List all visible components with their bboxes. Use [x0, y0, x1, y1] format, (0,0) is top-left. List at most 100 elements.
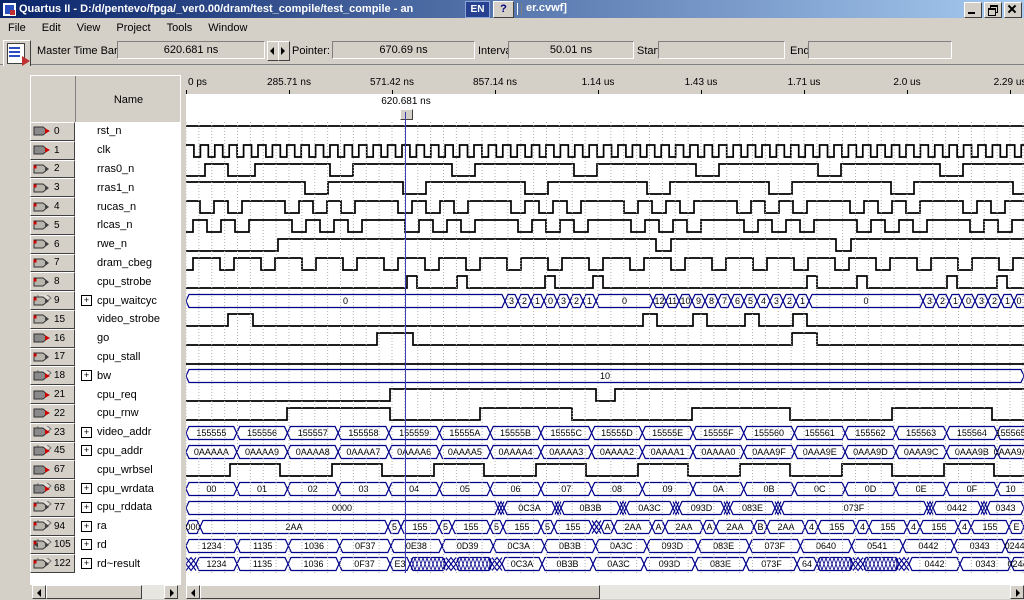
signal-name-cell[interactable]: cpu_req [75, 385, 180, 404]
signal-pin-cell[interactable]: 122 [30, 554, 75, 573]
signal-name-cell[interactable]: cpu_wrbsel [75, 460, 180, 479]
menu-edit[interactable]: Edit [34, 20, 69, 36]
signal-name-cell[interactable]: +cpu_waitcyc [75, 291, 180, 310]
signal-pin-cell[interactable]: 105 [30, 536, 75, 555]
expand-button[interactable]: + [81, 539, 92, 550]
signal-name-cell[interactable]: cpu_stall [75, 348, 180, 367]
signal-pin-cell[interactable]: 5 [30, 216, 75, 235]
signal-number: 18 [54, 370, 65, 381]
wave-hscrollbar[interactable] [186, 585, 1024, 599]
signal-name-cell[interactable]: rwe_n [75, 235, 180, 254]
signal-pin-cell[interactable]: 6 [30, 235, 75, 254]
in-pin-icon [33, 407, 52, 419]
master-time-bar-readout: 620.681 ns [371, 96, 441, 107]
signal-pin-cell[interactable]: 4 [30, 197, 75, 216]
signal-pin-cell[interactable]: 8 [30, 272, 75, 291]
signal-name-cell[interactable]: +cpu_rddata [75, 498, 180, 517]
language-bar-badge[interactable]: EN [465, 1, 490, 18]
name-scroll-thumb[interactable] [46, 585, 142, 599]
expand-button[interactable]: + [81, 521, 92, 532]
signal-name-cell[interactable]: clk [75, 141, 180, 160]
signal-name-cell[interactable]: +cpu_addr [75, 442, 180, 461]
time-bar-toolbar: Master Time Bar: 620.681 ns Pointer: 670… [0, 38, 1024, 64]
name-panel-hscrollbar[interactable] [32, 585, 178, 599]
signal-name-cell[interactable]: rucas_n [75, 197, 180, 216]
signal-pin-cell[interactable]: 77 [30, 498, 75, 517]
signal-pin-cell[interactable]: 94 [30, 517, 75, 536]
master-time-bar-handle[interactable] [400, 109, 413, 120]
signal-number: 77 [54, 502, 65, 513]
signal-name-cell[interactable]: go [75, 329, 180, 348]
signal-name-cell[interactable]: rras0_n [75, 160, 180, 179]
toolbar-grip[interactable] [517, 3, 522, 15]
in-pin-icon [33, 389, 52, 401]
signal-pin-cell[interactable]: 21 [30, 385, 75, 404]
name-scroll-right-button[interactable] [164, 585, 178, 599]
signal-pin-cell[interactable]: 3 [30, 178, 75, 197]
name-scroll-left-button[interactable] [32, 585, 46, 599]
signal-name-cell[interactable]: +rd~result [75, 554, 180, 573]
signal-name-cell[interactable]: +video_addr [75, 423, 180, 442]
menu-file[interactable]: File [0, 20, 34, 36]
signal-name-cell[interactable]: +rd [75, 536, 180, 555]
menu-tools[interactable]: Tools [159, 20, 201, 36]
signal-name-cell[interactable]: +cpu_wrdata [75, 479, 180, 498]
signal-pin-column-header [31, 76, 76, 123]
signal-pin-cell[interactable]: 18 [30, 366, 75, 385]
signal-name-cell[interactable]: cpu_rnw [75, 404, 180, 423]
menu-view[interactable]: View [69, 20, 109, 36]
signal-pin-cell[interactable]: 9 [30, 291, 75, 310]
wave-scroll-right-button[interactable] [1010, 585, 1024, 599]
signal-name-cell[interactable]: video_strobe [75, 310, 180, 329]
signal-name-cell[interactable]: cpu_strobe [75, 272, 180, 291]
expand-button[interactable]: + [81, 502, 92, 513]
signal-pin-cell[interactable]: 16 [30, 329, 75, 348]
waveform-file-icon[interactable] [3, 40, 31, 68]
signal-pin-cell[interactable]: 22 [30, 404, 75, 423]
expand-button[interactable]: + [81, 558, 92, 569]
wave-scroll-left-button[interactable] [186, 585, 200, 599]
signal-name-cell[interactable]: +bw [75, 366, 180, 385]
signal-name-cell[interactable]: rlcas_n [75, 216, 180, 235]
waveform-display-area[interactable]: 0321032101211109876543210321032101015555… [186, 122, 1024, 585]
signal-number: 122 [54, 558, 71, 569]
in-pin-icon [33, 144, 52, 156]
signal-number: 67 [54, 464, 65, 475]
help-icon[interactable]: ? [493, 1, 514, 18]
signal-name-cell[interactable]: +ra [75, 517, 180, 536]
signal-pin-cell[interactable]: 15 [30, 310, 75, 329]
signal-pin-cell[interactable]: 23 [30, 423, 75, 442]
menu-window[interactable]: Window [200, 20, 255, 36]
name-scroll-track[interactable] [46, 585, 164, 599]
minimize-button[interactable] [964, 2, 982, 18]
expand-button[interactable]: + [81, 295, 92, 306]
close-button[interactable] [1004, 2, 1022, 18]
signal-name-cell[interactable]: dram_cbeg [75, 254, 180, 273]
signal-name-cell[interactable]: rras1_n [75, 178, 180, 197]
wave-scroll-track[interactable] [200, 585, 1010, 599]
signal-pin-cell[interactable]: 45 [30, 442, 75, 461]
restore-button[interactable] [984, 2, 1002, 18]
signal-name-panel: 0rst_n1clk2 rras0_n 3 rras1_n4rucas_n5rlcas… [30, 122, 180, 585]
signal-name-label: rras0_n [97, 163, 134, 175]
signal-pin-cell[interactable]: 0 [30, 122, 75, 141]
signal-name-cell[interactable]: rst_n [75, 122, 180, 141]
signal-number: 3 [54, 182, 60, 193]
expand-button[interactable]: + [81, 427, 92, 438]
expand-button[interactable]: + [81, 370, 92, 381]
interval-field: 50.01 ns [508, 41, 634, 59]
expand-button[interactable]: + [81, 483, 92, 494]
master-time-bar-strip[interactable]: 620.681 ns [186, 94, 1024, 124]
master-time-bar-field[interactable]: 620.681 ns [117, 41, 265, 59]
signal-pin-cell[interactable]: 68 [30, 479, 75, 498]
signal-pin-cell[interactable]: 1 [30, 141, 75, 160]
signal-pin-cell[interactable]: 67 [30, 460, 75, 479]
expand-button[interactable]: + [81, 445, 92, 456]
signal-pin-cell[interactable]: 2 [30, 160, 75, 179]
signal-pin-cell[interactable]: 7 [30, 254, 75, 273]
signal-pin-cell[interactable]: 17 [30, 348, 75, 367]
pointer-field: 670.69 ns [332, 41, 475, 59]
wave-scroll-thumb[interactable] [200, 585, 600, 599]
master-time-bar-next-button[interactable] [278, 41, 290, 61]
menu-project[interactable]: Project [108, 20, 158, 36]
